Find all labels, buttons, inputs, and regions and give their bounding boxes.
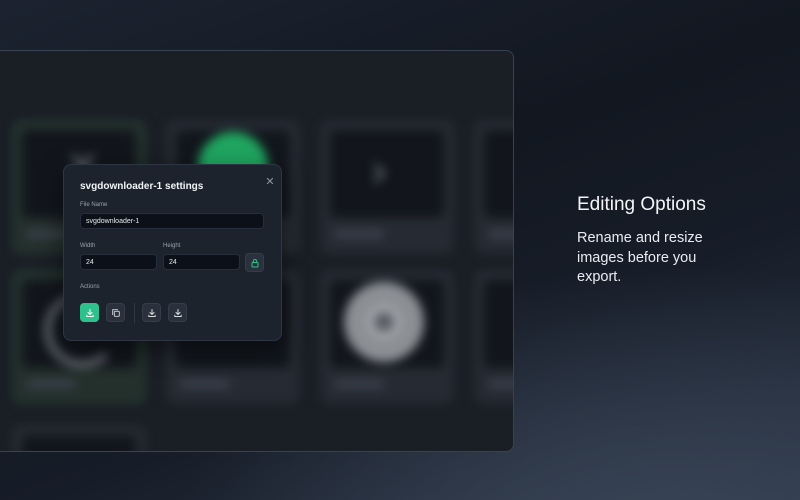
feature-description: Rename and resize images before you expo… — [577, 230, 703, 285]
dialog-title: svgdownloader-1 settings — [80, 181, 204, 192]
actions-divider — [134, 303, 135, 323]
copy-button[interactable] — [106, 303, 125, 322]
close-icon[interactable]: ✕ — [264, 176, 276, 188]
file-name-label: File Name — [80, 202, 108, 208]
actions-label: Actions — [80, 284, 100, 290]
download-svg-button[interactable] — [80, 303, 99, 322]
icon-card[interactable] — [475, 121, 513, 253]
download-icon — [173, 308, 182, 317]
width-input[interactable]: 24 — [80, 254, 157, 270]
height-label: Height — [163, 243, 181, 249]
feature-heading: Editing Options — [577, 194, 706, 215]
icon-card[interactable] — [13, 426, 145, 451]
download-png-button[interactable] — [142, 303, 161, 322]
width-label: Width — [80, 243, 96, 249]
icon-card[interactable]: › — [321, 121, 453, 253]
icon-card[interactable] — [475, 271, 513, 403]
copy-icon — [111, 308, 120, 317]
file-name-input[interactable]: svgdownloader-1 — [80, 213, 264, 229]
download-jpg-button[interactable] — [168, 303, 187, 322]
download-icon — [147, 308, 156, 317]
lock-icon — [251, 258, 258, 267]
aspect-lock-button[interactable] — [245, 253, 264, 272]
height-input[interactable]: 24 — [163, 254, 240, 270]
icon-card[interactable] — [321, 271, 453, 403]
download-icon — [85, 308, 94, 317]
